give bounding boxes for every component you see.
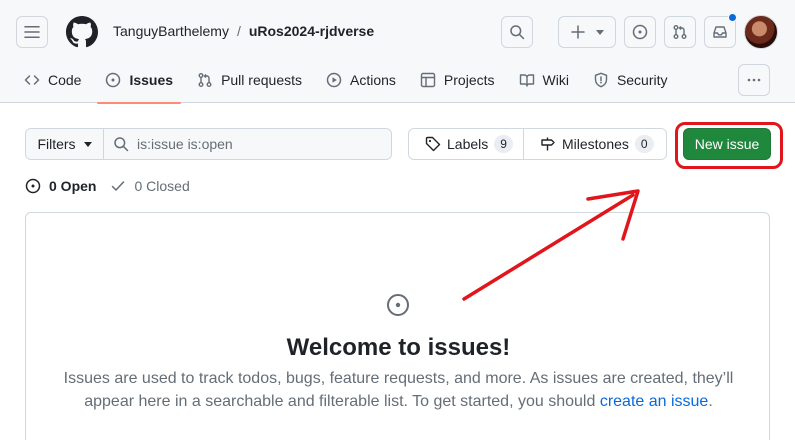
book-icon [519, 74, 534, 87]
filter-bar: Filters [25, 128, 392, 160]
your-issues-button[interactable] [624, 16, 656, 48]
issue-opened-icon [632, 24, 648, 40]
labels-button[interactable]: Labels 9 [409, 129, 524, 159]
tab-label: Security [616, 72, 668, 88]
create-issue-link[interactable]: create an issue [600, 393, 709, 410]
labels-label: Labels [447, 136, 489, 152]
plus-icon [570, 25, 585, 39]
blankslate-description: Issues are used to track todos, bugs, fe… [56, 367, 741, 413]
milestones-label: Milestones [562, 136, 629, 152]
tab-label: Projects [443, 72, 495, 88]
kebab-horizontal-icon [747, 78, 761, 82]
global-bar: TanguyBarthelemy / uRos2024-rjdverse [0, 0, 795, 62]
new-issue-button[interactable]: New issue [683, 128, 771, 160]
closed-issues-link[interactable]: 0 Closed [110, 178, 190, 194]
menu-button[interactable] [16, 16, 48, 48]
check-icon [112, 181, 125, 191]
closed-count-label: 0 Closed [134, 178, 190, 194]
tab-label: Pull requests [221, 72, 302, 88]
avatar[interactable] [744, 15, 778, 49]
issue-state-filters: 0 Open 0 Closed [25, 178, 204, 194]
issue-opened-icon [387, 294, 409, 316]
blankslate-title: Welcome to issues! [286, 334, 511, 361]
tab-projects[interactable]: Projects [412, 62, 503, 98]
shield-icon [594, 72, 608, 88]
your-pull-requests-button[interactable] [664, 16, 696, 48]
tag-icon [425, 136, 441, 152]
more-tabs-button[interactable] [738, 64, 770, 96]
repo-owner-link[interactable]: TanguyBarthelemy [113, 23, 229, 39]
repo-name-link[interactable]: uRos2024-rjdverse [249, 23, 374, 39]
tab-label: Issues [129, 72, 174, 88]
breadcrumb-separator: / [236, 23, 241, 39]
play-icon [326, 72, 342, 88]
milestones-button[interactable]: Milestones 0 [524, 129, 666, 159]
menu-icon [24, 26, 40, 38]
annotation-arrow [462, 189, 640, 301]
search-button[interactable] [501, 16, 533, 48]
tab-issues[interactable]: Issues [97, 62, 181, 104]
tab-security[interactable]: Security [585, 62, 676, 98]
filters-dropdown-button[interactable]: Filters [26, 129, 104, 159]
issue-opened-icon [25, 178, 41, 194]
filters-label: Filters [37, 136, 76, 152]
create-new-button[interactable] [558, 16, 616, 48]
repo-header: TanguyBarthelemy / uRos2024-rjdverse Cod… [0, 0, 795, 104]
milestone-icon [541, 137, 555, 151]
blankslate-text-end: . [708, 393, 713, 410]
tab-label: Code [48, 72, 82, 88]
open-issues-link[interactable]: 0 Open [25, 178, 96, 194]
tab-wiki[interactable]: Wiki [511, 62, 577, 98]
table-icon [420, 72, 436, 88]
github-logo[interactable] [66, 16, 98, 48]
tab-label: Actions [350, 72, 396, 88]
caret-down-icon [83, 141, 92, 147]
pull-request-icon [198, 73, 212, 87]
search-icon [510, 25, 525, 40]
labels-milestones-group: Labels 9 Milestones 0 [408, 128, 667, 160]
search-input[interactable] [137, 136, 377, 152]
labels-count: 9 [494, 135, 513, 153]
tab-pull-requests[interactable]: Pull requests [189, 62, 310, 98]
search-icon [114, 137, 129, 152]
tab-code[interactable]: Code [16, 62, 89, 98]
issue-opened-icon [106, 72, 121, 88]
repo-tabs: Code Issues Pull requests Actions Projec… [16, 62, 684, 104]
open-count-label: 0 Open [49, 178, 97, 194]
inbox-icon [713, 26, 727, 38]
code-icon [24, 75, 40, 85]
triangle-down-icon [595, 30, 604, 35]
breadcrumb: TanguyBarthelemy / uRos2024-rjdverse [113, 23, 374, 39]
notification-indicator [728, 13, 737, 22]
blankslate: Welcome to issues! Issues are used to tr… [25, 212, 770, 440]
issue-search-field[interactable] [104, 129, 391, 159]
tab-actions[interactable]: Actions [318, 62, 404, 98]
tab-label: Wiki [542, 72, 569, 88]
pull-request-icon [673, 25, 687, 39]
milestones-count: 0 [634, 135, 654, 153]
